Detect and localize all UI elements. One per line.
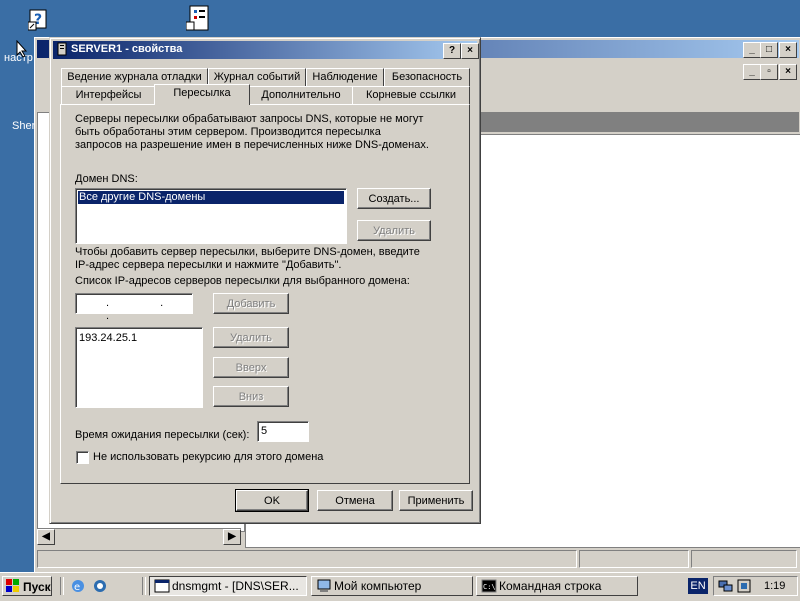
create-button[interactable]: Создать... xyxy=(357,188,431,209)
timeout-input[interactable]: 5 xyxy=(257,421,309,442)
task-dnsmgmt[interactable]: dnsmgmt - [DNS\SER... xyxy=(149,576,307,596)
task-label: Мой компьютер xyxy=(334,579,422,593)
tab-root-hints[interactable]: Корневые ссылки xyxy=(352,86,470,105)
child-close-button[interactable]: × xyxy=(779,64,797,80)
dns-domain-label: Домен DNS: xyxy=(75,173,138,185)
timeout-value: 5 xyxy=(261,425,268,437)
language-indicator[interactable]: EN xyxy=(688,578,708,594)
description-line: запросов на разрешение имен в перечислен… xyxy=(75,139,429,151)
clock: 1:19 xyxy=(764,580,786,592)
maximize-button[interactable]: □ xyxy=(760,42,778,58)
mmc-icon xyxy=(154,578,170,595)
mouse-cursor-icon xyxy=(16,39,28,61)
child-restore-button[interactable]: ▫ xyxy=(760,64,778,80)
status-bar xyxy=(37,550,799,568)
dialog-titlebar: SERVER1 - свойства ? × xyxy=(53,41,479,59)
delete-domain-button[interactable]: Удалить xyxy=(357,220,431,241)
task-label: dnsmgmt - [DNS\SER... xyxy=(172,579,299,593)
ip-list-label: Список IP-адресов серверов пересылки для… xyxy=(75,275,410,287)
task-my-computer[interactable]: Мой компьютер xyxy=(311,576,473,596)
list-item[interactable]: 193.24.25.1 xyxy=(79,332,137,345)
apply-button[interactable]: Применить xyxy=(399,490,473,511)
move-up-button[interactable]: Вверх xyxy=(213,357,289,378)
timeout-label: Время ожидания пересылки (сек): xyxy=(75,429,250,441)
tab-security[interactable]: Безопасность xyxy=(384,68,470,87)
instruction-line: IP-адрес сервера пересылки и нажмите "До… xyxy=(75,259,342,271)
quicklaunch-divider xyxy=(60,577,64,595)
list-item[interactable]: Все другие DNS-домены xyxy=(78,191,344,204)
minimize-button[interactable]: _ xyxy=(743,42,761,58)
delete-ip-button[interactable]: Удалить xyxy=(213,327,289,348)
document-icon[interactable] xyxy=(185,4,210,32)
no-recursion-checkbox[interactable] xyxy=(76,451,89,464)
server-icon xyxy=(55,42,69,59)
horizontal-scrollbar[interactable]: ◀ ▶ xyxy=(37,528,241,545)
close-button[interactable]: × xyxy=(779,42,797,58)
instruction-line: Чтобы добавить сервер пересылки, выберит… xyxy=(75,246,420,258)
pane-header xyxy=(479,112,799,132)
desktop-icon-label: Sher xyxy=(12,120,36,132)
scroll-left-icon[interactable]: ◀ xyxy=(37,529,55,545)
server-properties-dialog: SERVER1 - свойства ? × Ведение журнала о… xyxy=(49,37,481,524)
ok-button[interactable]: OK xyxy=(235,489,309,512)
svg-text:C:\: C:\ xyxy=(483,583,496,591)
description-line: быть обработаны этим сервером. Производи… xyxy=(75,126,381,138)
internet-explorer-icon[interactable]: e xyxy=(70,578,86,597)
windows-logo-icon xyxy=(6,579,20,599)
help-button[interactable]: ? xyxy=(443,43,461,59)
child-minimize-button[interactable]: _ xyxy=(743,64,761,80)
system-tray: 1:19 xyxy=(713,576,798,596)
outlook-express-icon[interactable] xyxy=(92,578,108,597)
ip-address-input[interactable]: . . . xyxy=(75,293,193,322)
dns-domain-list[interactable]: Все другие DNS-домены xyxy=(75,188,347,244)
tab-forwarders[interactable]: Пересылка xyxy=(154,84,250,105)
network-icon[interactable] xyxy=(718,578,734,594)
taskbar-divider xyxy=(142,577,146,595)
tab-advanced[interactable]: Дополнительно xyxy=(248,86,354,105)
start-button[interactable]: Пуск xyxy=(2,576,52,596)
cancel-button[interactable]: Отмена xyxy=(317,490,393,511)
my-computer-icon xyxy=(316,578,332,595)
no-recursion-label: Не использовать рекурсию для этого домен… xyxy=(93,451,324,463)
svg-text:e: e xyxy=(74,582,80,593)
start-label: Пуск xyxy=(23,580,51,594)
dialog-title: SERVER1 - свойства xyxy=(71,43,183,55)
task-command-prompt[interactable]: C:\ Командная строка xyxy=(476,576,638,596)
ip-address-list[interactable]: 193.24.25.1 xyxy=(75,327,203,408)
tab-interfaces[interactable]: Интерфейсы xyxy=(61,86,156,105)
scroll-right-icon[interactable]: ▶ xyxy=(223,529,241,545)
taskbar: Пуск e dnsmgmt - [DNS\SER... Мой компьют… xyxy=(0,572,800,601)
help-icon[interactable]: ? xyxy=(27,4,52,32)
description-line: Серверы пересылки обрабатывают запросы D… xyxy=(75,113,424,125)
ip-address-dots: . . . xyxy=(106,297,188,322)
task-label: Командная строка xyxy=(499,579,602,593)
command-prompt-icon: C:\ xyxy=(481,578,497,595)
forwarders-tab-page: Серверы пересылки обрабатывают запросы D… xyxy=(60,104,470,484)
move-down-button[interactable]: Вниз xyxy=(213,386,289,407)
network-connections-icon[interactable] xyxy=(736,578,752,594)
add-button[interactable]: Добавить xyxy=(213,293,289,314)
tab-monitoring[interactable]: Наблюдение xyxy=(306,68,384,87)
dialog-close-button[interactable]: × xyxy=(461,43,479,59)
